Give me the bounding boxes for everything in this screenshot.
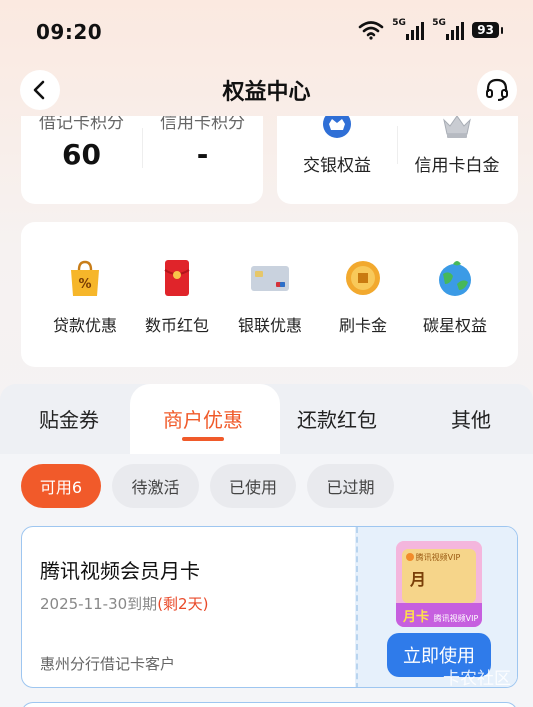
shield-crown-icon <box>323 116 351 138</box>
headset-icon <box>486 78 508 101</box>
filter-expired[interactable]: 已过期 <box>307 464 394 508</box>
active-tab-indicator <box>182 437 224 441</box>
credit-points[interactable]: 信用卡积分 - <box>142 116 263 204</box>
customer-service-button[interactable] <box>477 70 517 110</box>
service-unionpay-discount[interactable]: 银联优惠 <box>224 258 316 336</box>
status-time: 09:20 <box>36 20 103 44</box>
watermark: 卡农社区 <box>443 669 511 689</box>
coupon-card-next[interactable] <box>21 702 518 707</box>
rights-item-label: 交银权益 <box>303 156 371 176</box>
coupon-list-area: 可用6 待激活 已使用 已过期 腾讯视频会员月卡 2025-11-30到期(剩2… <box>0 454 533 707</box>
service-carbon-star[interactable]: 碳星权益 <box>409 258 501 336</box>
filter-used[interactable]: 已使用 <box>210 464 296 508</box>
signal-icon-2: 5G <box>432 18 465 40</box>
coupon-divider <box>356 527 358 687</box>
thumb-brand: 腾讯视频VIP <box>416 552 461 562</box>
rights-item-bocom[interactable]: 交银权益 <box>277 116 397 204</box>
filter-available[interactable]: 可用6 <box>21 464 101 508</box>
service-label: 碳星权益 <box>422 316 487 335</box>
points-card: 借记卡积分 60 信用卡积分 - <box>21 116 263 204</box>
credit-points-value: - <box>196 138 209 171</box>
svg-text:%: % <box>78 277 91 292</box>
page-header: 权益中心 <box>0 62 533 116</box>
service-ecny-red-packet[interactable]: 数币红包 <box>131 258 223 336</box>
service-label: 数币红包 <box>144 316 209 335</box>
tab-merchant-offers[interactable]: 商户优惠 <box>148 404 258 433</box>
bank-card-icon <box>251 266 289 291</box>
debit-points[interactable]: 借记卡积分 60 <box>21 116 142 204</box>
service-label: 刷卡金 <box>338 316 387 335</box>
gold-coin-icon <box>346 261 380 295</box>
silver-crown-icon <box>443 116 471 138</box>
credit-points-label: 信用卡积分 <box>160 116 245 133</box>
shopping-bag-icon: % <box>71 260 99 296</box>
network-label-1: 5G <box>392 18 406 28</box>
coupon-eligibility: 惠州分行借记卡客户 <box>40 655 176 673</box>
coupon-expiry-date: 2025-11-30到期 <box>40 595 158 613</box>
coupon-thumbnail: 腾讯视频VIP 月 月卡 腾讯视频VIP <box>396 541 482 627</box>
red-envelope-icon <box>164 260 190 296</box>
debit-points-label: 借记卡积分 <box>39 116 124 133</box>
coupon-remaining-days: (剩2天) <box>157 595 209 613</box>
rights-item-platinum[interactable]: 信用卡白金 <box>397 116 517 204</box>
tab-gold-coupon[interactable]: 贴金券 <box>14 404 124 433</box>
status-bar: 09:20 5G 5G 93 <box>0 0 533 62</box>
thumb-month: 月 <box>409 570 426 589</box>
battery-indicator: 93 <box>472 22 503 38</box>
debit-points-value: 60 <box>62 138 101 171</box>
thumb-vip: 腾讯视频VIP <box>434 613 479 623</box>
tab-repayment-red-packet[interactable]: 还款红包 <box>282 404 392 433</box>
category-tabs: 贴金券 商户优惠 还款红包 其他 <box>0 384 533 454</box>
service-loan-discount[interactable]: % 贷款优惠 <box>39 258 131 336</box>
tencent-video-vip-image: 腾讯视频VIP 月 月卡 腾讯视频VIP <box>396 541 482 627</box>
service-card-cash[interactable]: 刷卡金 <box>317 258 409 336</box>
coupon-title: 腾讯视频会员月卡 <box>40 559 200 583</box>
rights-card: 交银权益 信用卡白金 <box>277 116 518 204</box>
service-label: 银联优惠 <box>237 316 302 335</box>
status-icons: 5G 5G 93 <box>358 18 503 40</box>
page-title: 权益中心 <box>222 80 311 105</box>
services-card: % 贷款优惠 数币红包 银联优惠 刷卡金 碳星权益 <box>21 222 518 367</box>
thumb-tag: 月卡 <box>402 609 429 625</box>
wifi-icon <box>358 21 384 40</box>
signal-icon-1: 5G <box>392 18 425 40</box>
filter-pending-activation[interactable]: 待激活 <box>112 464 199 508</box>
rights-item-label: 信用卡白金 <box>414 156 500 176</box>
service-label: 贷款优惠 <box>52 316 117 335</box>
earth-icon <box>439 261 471 296</box>
network-label-2: 5G <box>432 18 446 28</box>
coupon-expiry: 2025-11-30到期(剩2天) <box>40 593 208 614</box>
tab-others[interactable]: 其他 <box>416 404 526 433</box>
